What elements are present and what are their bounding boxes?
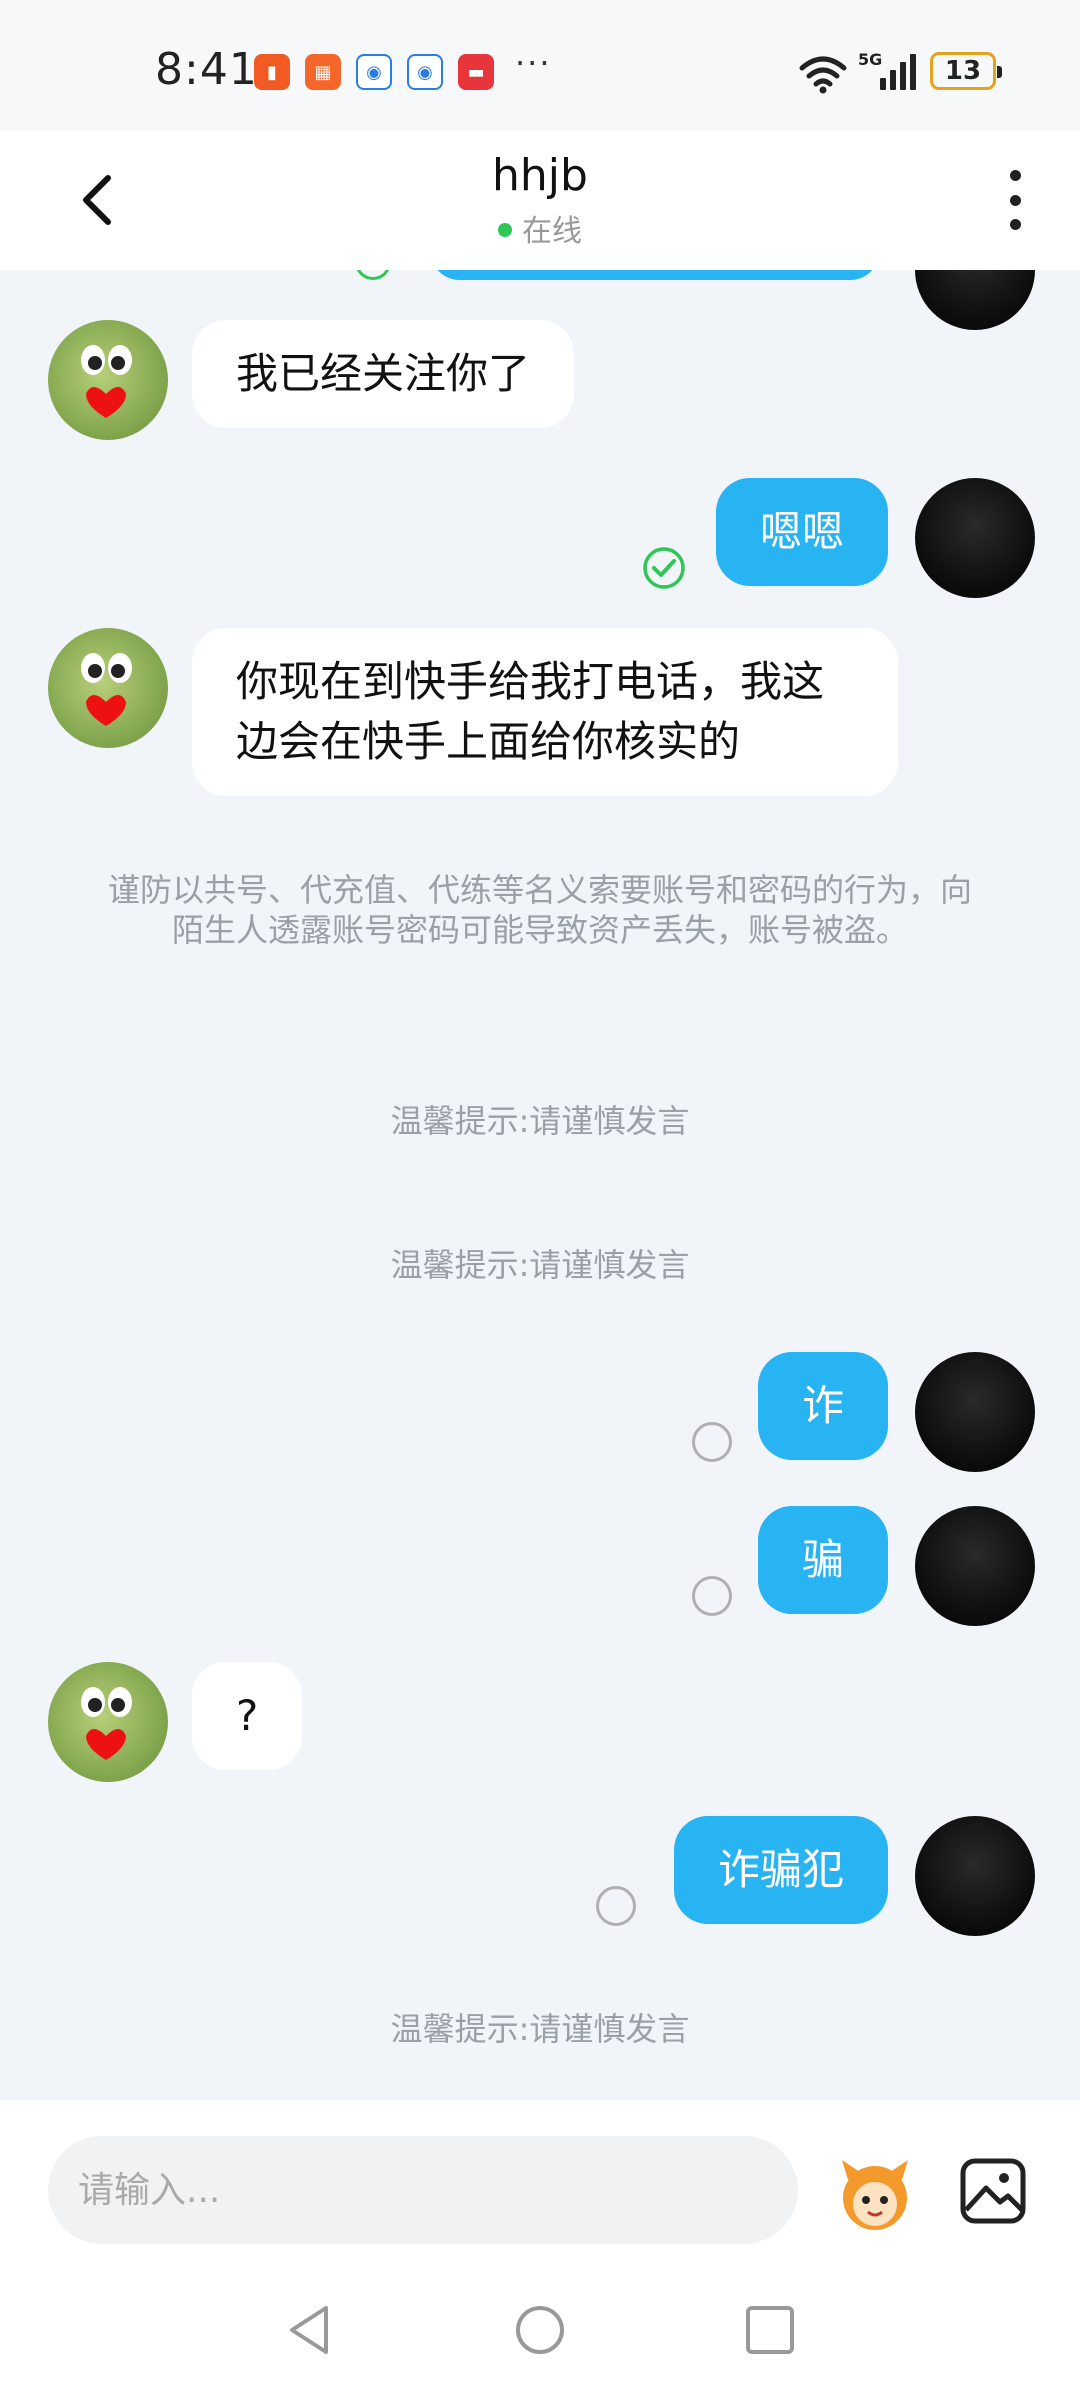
nav-back-icon[interactable] <box>280 2300 340 2360</box>
message-bubble-sent[interactable]: 骗 <box>757 1506 888 1614</box>
nav-recents-icon[interactable] <box>740 2300 800 2360</box>
status-time: 8:41 <box>155 44 258 95</box>
notification-app-icon: ▮ <box>254 54 290 90</box>
partial-read-icon <box>355 270 391 280</box>
online-dot-icon <box>498 222 512 237</box>
frog-face-icon <box>81 653 132 726</box>
unread-status-icon <box>596 1886 636 1926</box>
battery-level: 13 <box>944 56 982 86</box>
message-bubble-sent[interactable]: 诈 <box>757 1352 888 1460</box>
notification-app-icon: ▬ <box>458 54 494 90</box>
partial-message-bubble <box>430 270 880 280</box>
system-tip: 温馨提示:请谨慎发言 <box>390 1246 690 1284</box>
wifi-icon <box>799 56 847 94</box>
unread-status-icon <box>692 1576 732 1616</box>
my-avatar[interactable] <box>915 1352 1035 1472</box>
system-tip: 温馨提示:请谨慎发言 <box>390 1102 690 1140</box>
message-list[interactable]: 我已经关注你了 嗯嗯 你现在到快手给我打电话，我这边会在快手上面给你核实的 谨防… <box>0 270 1080 2100</box>
message-input[interactable] <box>48 2136 798 2244</box>
message-bubble-sent[interactable]: 嗯嗯 <box>715 478 888 586</box>
more-notifications-icon: ··· <box>515 44 552 82</box>
message-bubble-received[interactable]: 你现在到快手给我打电话，我这边会在快手上面给你核实的 <box>192 628 898 796</box>
message-bubble-received[interactable]: ? <box>192 1662 303 1770</box>
notification-app-icon: ◉ <box>407 54 443 90</box>
image-picker-icon[interactable] <box>958 2156 1028 2226</box>
emoji-sticker-icon[interactable] <box>830 2150 920 2240</box>
message-bubble-received[interactable]: 我已经关注你了 <box>192 320 575 428</box>
message-bubble-sent[interactable]: 诈骗犯 <box>673 1816 888 1924</box>
online-status: 在线 <box>0 206 1080 250</box>
contact-name: hhjb <box>492 150 588 201</box>
notification-app-icon: ▦ <box>305 54 341 90</box>
contact-avatar[interactable] <box>48 320 168 440</box>
notification-app-icon: ◉ <box>356 54 392 90</box>
my-avatar[interactable] <box>915 1506 1035 1626</box>
read-check-icon <box>643 547 685 589</box>
nav-home-icon[interactable] <box>510 2300 570 2360</box>
signal-icon <box>880 54 916 90</box>
my-avatar[interactable] <box>915 478 1035 598</box>
my-avatar[interactable] <box>915 270 1035 330</box>
network-type: 5G <box>858 50 883 69</box>
message-input-bar <box>0 2100 1080 2260</box>
system-tip: 温馨提示:请谨慎发言 <box>390 2010 690 2048</box>
status-bar: 8:41 ▮ ▦ ◉ ◉ ▬ ··· 5G 13 <box>0 0 1080 130</box>
more-menu-icon[interactable] <box>1000 170 1030 230</box>
contact-avatar[interactable] <box>48 628 168 748</box>
my-avatar[interactable] <box>915 1816 1035 1936</box>
chat-header: hhjb 在线 <box>0 130 1080 270</box>
unread-status-icon <box>692 1422 732 1462</box>
online-status-label: 在线 <box>522 214 582 249</box>
system-navigation-bar <box>0 2260 1080 2400</box>
contact-avatar[interactable] <box>48 1662 168 1782</box>
frog-face-icon <box>81 345 132 418</box>
security-warning: 谨防以共号、代充值、代练等名义索要账号和密码的行为，向陌生人透露账号密码可能导致… <box>107 871 972 949</box>
battery-icon: 13 <box>930 52 1002 90</box>
frog-face-icon <box>81 1687 132 1760</box>
